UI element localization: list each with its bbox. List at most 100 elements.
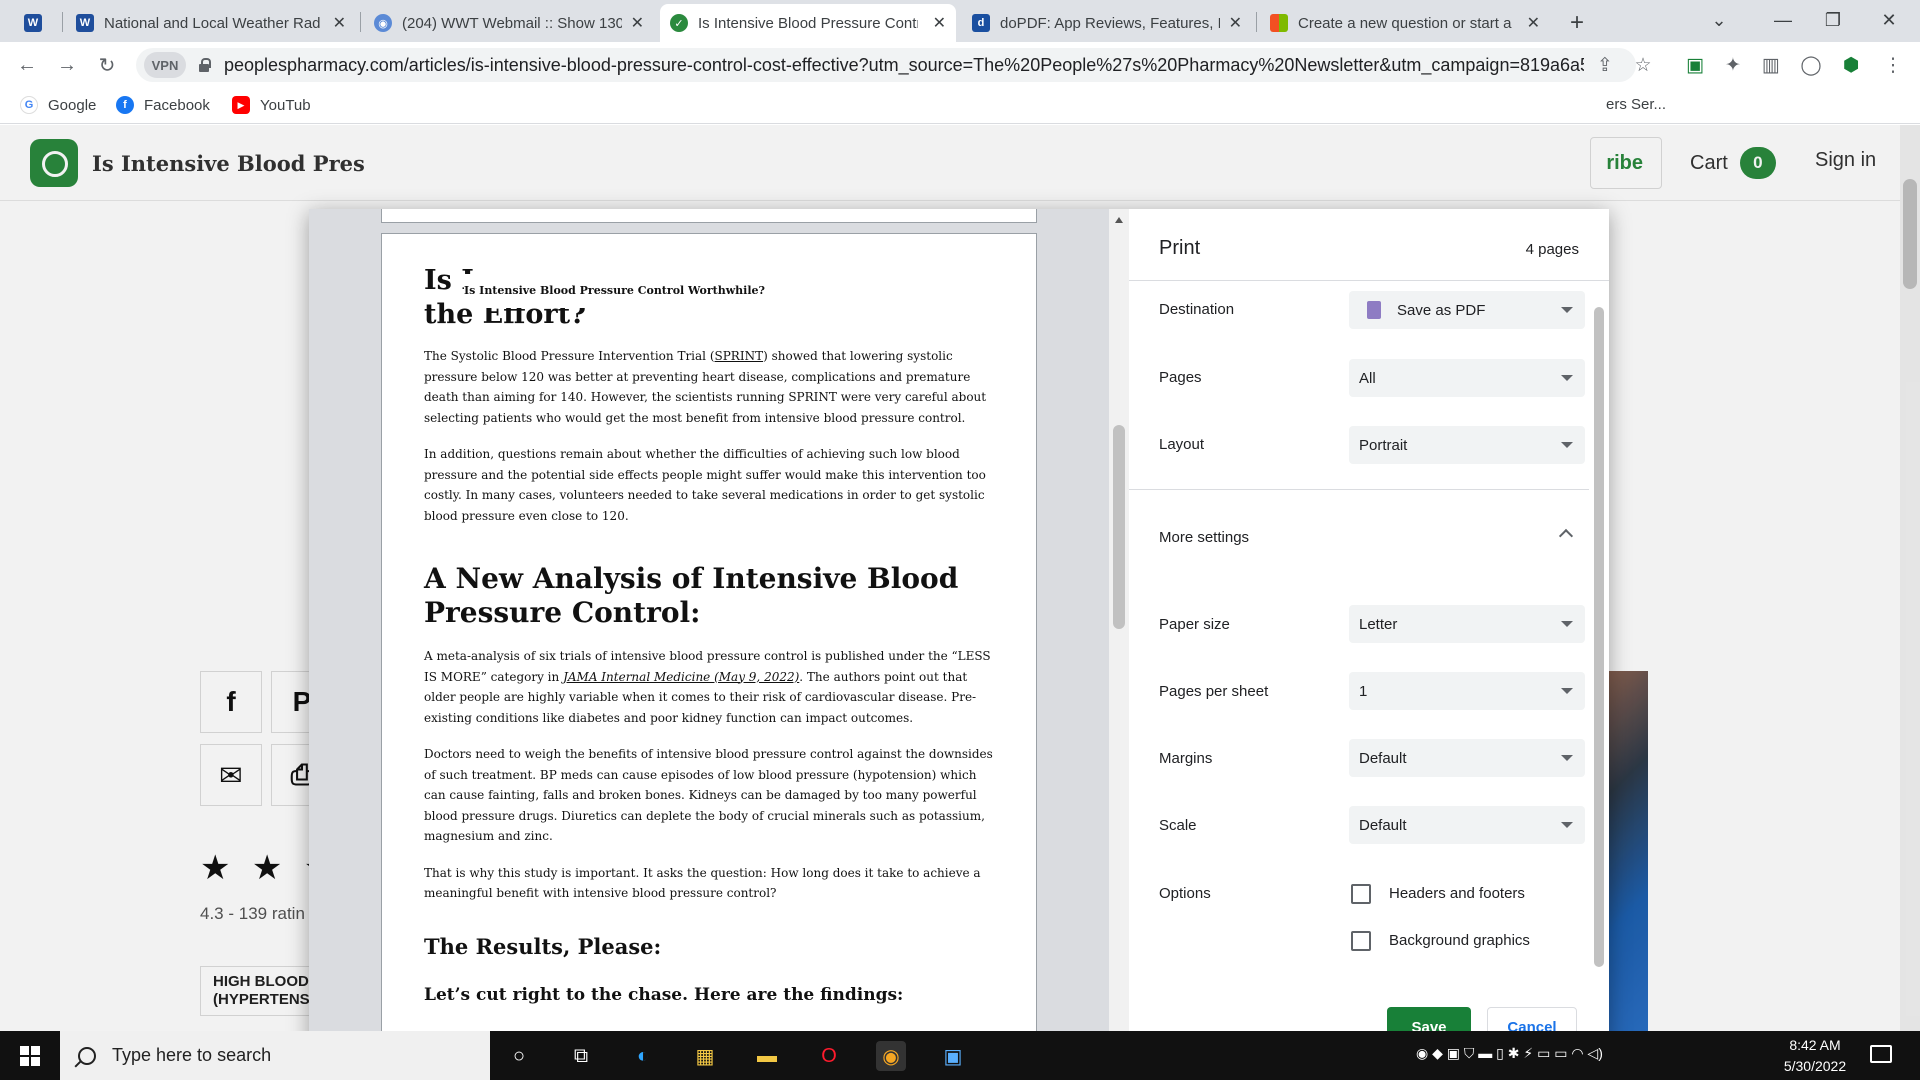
share-icon[interactable]: ⇪ <box>1590 50 1620 80</box>
close-icon[interactable]: ✕ <box>1229 13 1242 33</box>
paragraph: That is why this study is important. It … <box>424 865 981 901</box>
tab-webmail[interactable]: ◉ (204) WWT Webmail :: Show 130 ✕ <box>364 4 654 42</box>
tab-blood-pressure-active[interactable]: ✓ Is Intensive Blood Pressure Contr ✕ <box>660 4 956 42</box>
margins-select[interactable]: Default <box>1349 739 1585 777</box>
dropdown-caret-icon <box>1561 375 1573 381</box>
vpn-badge[interactable]: VPN <box>144 52 186 78</box>
tab-search-chevron-icon[interactable]: ⌄ <box>1692 0 1746 40</box>
store-icon[interactable]: ▦ <box>690 1041 720 1071</box>
preview-page: Is I the Effort? Is Intensive Blood Pres… <box>381 233 1037 1066</box>
taskbar-search[interactable]: Type here to search <box>60 1031 490 1080</box>
tab-pinned-weather[interactable]: W <box>14 4 58 42</box>
back-arrow-icon[interactable]: ← <box>12 50 42 80</box>
divider <box>1129 489 1589 490</box>
paper-size-label: Paper size <box>1159 616 1230 633</box>
tab-weather[interactable]: W National and Local Weather Rad ✕ <box>66 4 356 42</box>
margins-value: Default <box>1359 749 1407 767</box>
sprint-link[interactable]: SPRINT <box>715 349 764 363</box>
shield-icon[interactable]: ⬢ <box>1836 50 1866 80</box>
article-heading: Is I the Effort? Is Intensive Blood Pres… <box>424 264 994 332</box>
menu-kebab-icon[interactable]: ⋮ <box>1878 50 1908 80</box>
bookmark-label: Facebook <box>144 96 210 114</box>
tab-dopdf[interactable]: d doPDF: App Reviews, Features, Pr ✕ <box>962 4 1252 42</box>
cortana-icon[interactable]: ○ <box>504 1041 534 1071</box>
print-title: Print <box>1159 237 1201 259</box>
new-tab-button[interactable]: + <box>1560 4 1600 42</box>
lock-icon[interactable] <box>198 58 211 72</box>
extension-ab-icon[interactable]: ▣ <box>1680 50 1710 80</box>
url-text[interactable]: peoplespharmacy.com/articles/is-intensiv… <box>224 55 1584 76</box>
restore-icon[interactable]: ❐ <box>1806 0 1860 40</box>
close-icon[interactable]: ✕ <box>631 13 644 33</box>
bookmark-label: Google <box>48 96 97 114</box>
profile-icon[interactable]: ◯ <box>1796 50 1826 80</box>
close-icon[interactable]: ✕ <box>1527 13 1540 33</box>
background-graphics-checkbox[interactable] <box>1351 931 1371 951</box>
paragraph: A meta-analysis of six trials of intensi… <box>424 649 991 725</box>
settings-scrollbar[interactable] <box>1591 281 1607 986</box>
pages-per-sheet-label: Pages per sheet <box>1159 683 1269 700</box>
forward-arrow-icon[interactable]: → <box>52 50 82 80</box>
close-icon[interactable]: ✕ <box>933 13 946 33</box>
pages-value: All <box>1359 369 1376 387</box>
minimize-icon[interactable]: — <box>1756 0 1810 40</box>
bookmark-youtube[interactable]: ▶ YouTub <box>232 96 311 114</box>
tab-microsoft[interactable]: Create a new question or start a ✕ <box>1260 4 1550 42</box>
edge-icon[interactable]: ◐ <box>628 1041 658 1071</box>
running-header: Is Intensive Blood Pressure Control Wort… <box>464 274 767 308</box>
bookmark-label: YouTub <box>260 96 311 114</box>
notification-icon[interactable] <box>1870 1045 1892 1063</box>
tab-title: (204) WWT Webmail :: Show 130 <box>402 14 622 32</box>
options-label: Options <box>1159 885 1211 902</box>
extensions-puzzle-icon[interactable]: ✦ <box>1718 50 1748 80</box>
bookmarks-bar: G Google f Facebook ▶ YouTub ers Ser... <box>0 88 1920 124</box>
browser-app-icon[interactable]: ◉ <box>876 1041 906 1071</box>
section-heading: A New Analysis of Intensive Blood Pressu… <box>424 562 959 629</box>
destination-select[interactable]: Save as PDF <box>1349 291 1585 329</box>
scale-select[interactable]: Default <box>1349 806 1585 844</box>
headers-footers-label[interactable]: Headers and footers <box>1389 885 1525 902</box>
close-icon[interactable]: ✕ <box>333 13 346 33</box>
layout-label: Layout <box>1159 436 1205 453</box>
webmail-icon: ◉ <box>374 14 392 32</box>
remote-desktop-icon[interactable]: ▣ <box>938 1041 968 1071</box>
bookmark-facebook[interactable]: f Facebook <box>116 96 210 114</box>
side-panel-icon[interactable]: ▥ <box>1756 50 1786 80</box>
jama-link[interactable]: JAMA Internal Medicine (May 9, 2022) <box>563 670 799 684</box>
pages-select[interactable]: All <box>1349 359 1585 397</box>
tab-title: National and Local Weather Rad <box>104 14 321 32</box>
start-button[interactable] <box>0 1031 60 1080</box>
bookmark-star-icon[interactable]: ☆ <box>1628 50 1658 80</box>
system-tray-icons[interactable]: ◉ ◆ ▣ ⛉ ▬ ▯ ✱ ⚡ ▭ ▭ ◠ ◁) <box>1416 1045 1603 1062</box>
opera-icon[interactable]: O <box>814 1041 844 1071</box>
chevron-up-icon[interactable] <box>1558 528 1574 544</box>
microsoft-icon <box>1270 14 1288 32</box>
file-explorer-icon[interactable]: ▬ <box>752 1041 782 1071</box>
margins-label: Margins <box>1159 750 1213 767</box>
google-icon: G <box>20 96 38 114</box>
task-view-icon[interactable]: ⧉ <box>566 1041 596 1071</box>
address-bar[interactable]: VPN peoplespharmacy.com/articles/is-inte… <box>136 48 1636 82</box>
more-settings-toggle[interactable]: More settings <box>1159 529 1249 546</box>
close-window-icon[interactable]: ✕ <box>1862 0 1916 40</box>
print-dialog: Is I the Effort? Is Intensive Blood Pres… <box>309 209 1609 1066</box>
headers-footers-checkbox[interactable] <box>1351 884 1371 904</box>
settings-header: Print 4 pages <box>1129 209 1609 281</box>
taskbar-clock[interactable]: 8:42 AM 5/30/2022 <box>1770 1035 1860 1077</box>
pages-label: Pages <box>1159 369 1202 386</box>
bookmark-overflow[interactable]: ers Ser... <box>1606 96 1666 113</box>
youtube-icon: ▶ <box>232 96 250 114</box>
pages-per-sheet-select[interactable]: 1 <box>1349 672 1585 710</box>
scroll-thumb[interactable] <box>1113 425 1125 629</box>
bookmark-google[interactable]: G Google <box>20 96 96 114</box>
destination-label: Destination <box>1159 301 1235 318</box>
destination-value: Save as PDF <box>1397 301 1486 319</box>
scroll-up-arrow-icon[interactable] <box>1115 217 1123 223</box>
dopdf-icon: d <box>972 14 990 32</box>
background-graphics-label[interactable]: Background graphics <box>1389 932 1530 949</box>
preview-scrollbar[interactable] <box>1109 209 1129 1066</box>
previous-page-edge <box>381 209 1037 223</box>
reload-icon[interactable]: ↻ <box>92 50 122 80</box>
paper-size-select[interactable]: Letter <box>1349 605 1585 643</box>
layout-select[interactable]: Portrait <box>1349 426 1585 464</box>
